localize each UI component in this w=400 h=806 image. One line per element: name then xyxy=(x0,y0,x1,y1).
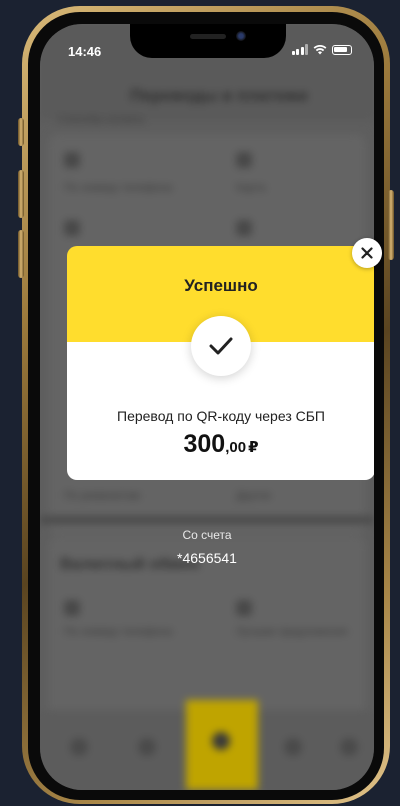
bg-section-label: Способы оплаты xyxy=(58,114,145,126)
transfer-amount: 300,00 ₽ xyxy=(67,430,374,459)
notch xyxy=(130,24,286,58)
success-modal: Успешно Перевод по QR-коду через СБП 300… xyxy=(67,246,374,480)
side-button-volume-down xyxy=(18,230,24,278)
close-icon xyxy=(361,247,373,259)
amount-fraction: ,00 xyxy=(225,439,247,456)
side-button-volume-up xyxy=(18,170,24,218)
bg-tab-icon xyxy=(138,738,156,756)
close-button[interactable] xyxy=(352,238,382,268)
transfer-description: Перевод по QR-коду через СБП xyxy=(117,408,325,424)
wifi-icon xyxy=(313,45,327,55)
bg-tab-icon xyxy=(212,732,230,750)
bg-gift-icon xyxy=(236,600,252,616)
bg-star-icon xyxy=(64,600,80,616)
bg-doc-icon xyxy=(64,220,80,236)
amount-integer: 300 xyxy=(183,430,226,458)
bg-page-title: Переводы и платежи xyxy=(130,86,308,105)
bg-tab-icon xyxy=(70,738,88,756)
bg-tab-icon xyxy=(284,738,302,756)
side-button-mute xyxy=(18,118,24,146)
source-account-number: *4656541 xyxy=(177,550,237,566)
modal-title: Успешно xyxy=(184,276,258,295)
bg-card-icon xyxy=(236,152,252,168)
bg-item: По реквизитам xyxy=(64,490,140,502)
currency-symbol: ₽ xyxy=(248,439,259,456)
status-icons xyxy=(291,44,352,55)
bg-item: Карта xyxy=(236,182,266,194)
bg-item: Лучшие предложения xyxy=(236,626,348,638)
side-button-power xyxy=(388,190,394,260)
bg-item: Другое xyxy=(236,490,271,502)
signal-icon xyxy=(291,44,308,55)
battery-icon xyxy=(332,44,352,55)
bg-other-icon xyxy=(236,220,252,236)
bg-tab-icon xyxy=(340,738,358,756)
speaker xyxy=(190,34,226,39)
bg-phone-icon xyxy=(64,152,80,168)
status-time: 14:46 xyxy=(68,44,102,59)
bg-item: По номеру телефона xyxy=(64,626,173,638)
bg-divider xyxy=(40,516,374,524)
check-icon xyxy=(191,316,251,376)
source-account-label: Со счета xyxy=(182,528,232,542)
bg-item: По номеру телефона xyxy=(64,182,173,194)
camera-icon xyxy=(236,31,246,41)
phone-screen: Переводы и платежи Способы оплаты По ном… xyxy=(40,24,374,790)
